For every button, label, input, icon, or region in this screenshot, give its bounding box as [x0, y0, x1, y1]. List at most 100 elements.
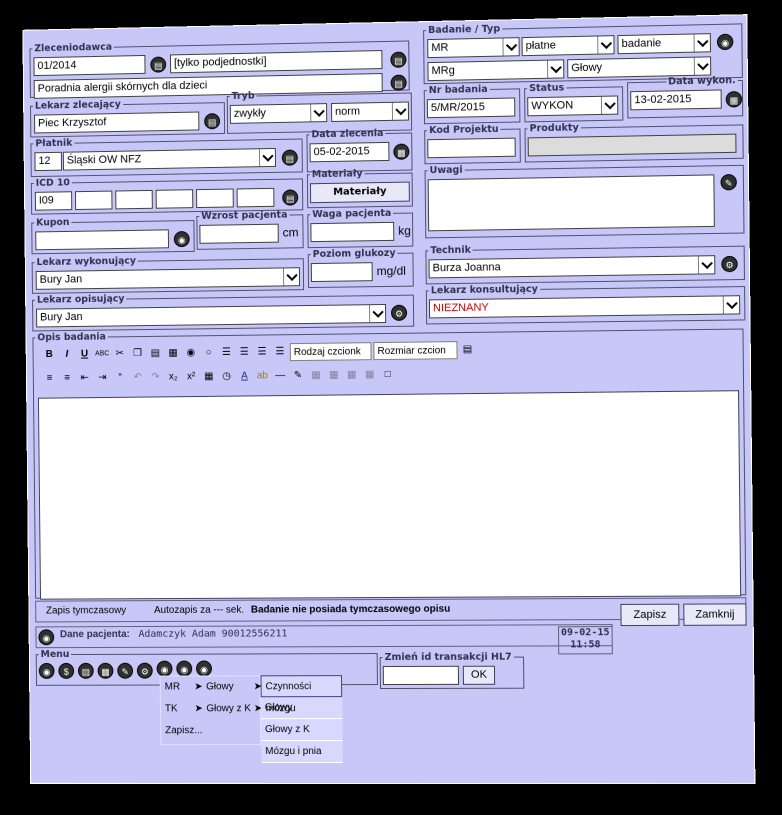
undo-icon[interactable]: ↶ — [130, 369, 146, 387]
book-icon[interactable]: ▤ — [282, 189, 299, 206]
highlight-icon[interactable]: ab — [254, 367, 270, 385]
submenu-item-mozgu[interactable]: Mózgu i pnia — [261, 741, 343, 764]
platnik-code-field[interactable]: 12 — [34, 151, 63, 172]
book-icon[interactable]: ▤ — [390, 51, 407, 68]
horizontal-rule-icon[interactable]: — — [272, 367, 288, 385]
menu-icon-1[interactable]: ◉ — [38, 662, 55, 679]
icd-field-6[interactable] — [236, 187, 275, 208]
zleceniodawca-unit-field[interactable]: [tylko podjednostki] — [169, 50, 383, 74]
align-center-icon[interactable]: ☰ — [236, 344, 252, 362]
table-merge-icon[interactable]: ▦ — [362, 366, 378, 384]
lekarz-zlecajacy-field[interactable]: Piec Krzysztof — [34, 111, 200, 134]
quote-icon[interactable]: “ — [112, 369, 128, 387]
hl7-field[interactable] — [382, 665, 460, 686]
bold-icon[interactable]: B — [41, 346, 57, 364]
strikethrough-icon[interactable]: ABC — [94, 345, 110, 363]
copy-icon[interactable]: ❐ — [130, 345, 146, 363]
icd-field-5[interactable] — [196, 188, 234, 209]
kupon-field[interactable] — [35, 229, 170, 251]
table-icon[interactable]: ▦ — [308, 367, 324, 385]
gear-icon[interactable]: ⚙ — [721, 255, 738, 273]
uwagi-textarea[interactable] — [427, 174, 715, 232]
paste-icon[interactable]: ▤ — [147, 345, 163, 363]
print-icon[interactable]: ▤ — [77, 662, 94, 679]
font-family-select[interactable]: Rodzaj czcionk — [289, 342, 372, 362]
time-icon[interactable]: ◷ — [219, 368, 235, 386]
info-icon[interactable]: ◉ — [716, 33, 734, 51]
date-icon[interactable]: ▦ — [201, 368, 217, 386]
icd-field-3[interactable] — [115, 189, 153, 210]
replace-icon[interactable]: ○ — [201, 344, 217, 362]
menu-item-tk[interactable]: TK ➤ Głowy z K ➤ — [161, 698, 262, 720]
glukoza-field[interactable] — [310, 262, 373, 283]
technik-select[interactable]: Burza Joanna — [428, 255, 716, 279]
tryb-priority-select[interactable]: norm — [331, 101, 410, 122]
submenu-item-glowy[interactable]: Głowy — [260, 697, 343, 720]
menu-icon-9[interactable]: ◉ — [196, 660, 212, 677]
status-select[interactable]: WYKON — [527, 95, 619, 117]
ok-button[interactable]: OK — [462, 665, 496, 685]
data-zlecenia-field[interactable]: 05-02-2015 — [309, 141, 390, 163]
dollar-icon[interactable]: $ — [58, 662, 75, 679]
zapis-tymczasowy-tab[interactable]: Zapis tymczasowy — [46, 605, 126, 616]
icd-field-1[interactable]: I09 — [34, 191, 73, 211]
font-size-select[interactable]: Rozmiar czcion — [373, 341, 458, 361]
lekarz-wykonujacy-select[interactable]: Bury Jan — [35, 267, 301, 290]
bullet-list-icon[interactable]: ≡ — [42, 370, 58, 388]
produkty-field[interactable] — [527, 133, 737, 157]
wzrost-field[interactable] — [199, 223, 279, 244]
submenu-item-czynnosci[interactable]: Czynności mózgu — [260, 675, 343, 714]
nr-badania-field[interactable]: 5/MR/2015 — [426, 97, 516, 119]
save-button[interactable]: Zapisz — [620, 603, 680, 627]
modality-select[interactable]: MR — [427, 37, 520, 59]
font-color-icon[interactable]: A — [236, 368, 252, 386]
edit-icon[interactable]: ✎ — [720, 174, 737, 191]
subtype-select[interactable]: MRg — [427, 59, 565, 82]
superscript-icon[interactable]: x² — [183, 368, 199, 386]
coupon-icon[interactable]: ◉ — [173, 231, 190, 248]
platnik-select[interactable]: Śląski OW NFZ — [62, 147, 277, 171]
indent-icon[interactable]: ⇥ — [95, 369, 111, 387]
zleceniodawca-code-field[interactable]: 01/2014 — [33, 54, 146, 77]
book-icon[interactable]: ▤ — [281, 149, 298, 166]
paste-word-icon[interactable]: ▦ — [165, 344, 181, 362]
find-icon[interactable]: ◉ — [183, 344, 199, 362]
page-break-icon[interactable]: ▤ — [459, 341, 475, 359]
book-icon[interactable]: ▤ — [204, 113, 221, 130]
materialy-button[interactable]: Materiały — [309, 181, 410, 204]
submenu-item-glowy-k[interactable]: Głowy z K — [260, 719, 343, 742]
number-list-icon[interactable]: ≡ — [59, 370, 75, 388]
outdent-icon[interactable]: ⇤ — [77, 369, 93, 387]
preview-icon[interactable]: □ — [380, 366, 396, 384]
calendar-icon[interactable]: ▦ — [725, 91, 743, 108]
icd-field-4[interactable] — [155, 189, 194, 209]
lekarz-konsultujacy-select[interactable]: NIEZNANY — [428, 295, 741, 319]
pencil-icon[interactable]: ✎ — [117, 662, 134, 679]
close-button[interactable]: Zamknij — [683, 603, 747, 626]
menu-item-mr[interactable]: MR ➤ Głowy ➤ — [161, 676, 262, 698]
menu-icon-7[interactable]: ◉ — [156, 660, 173, 677]
lekarz-opisujacy-select[interactable]: Bury Jan — [36, 303, 387, 328]
format-icon[interactable]: ✎ — [290, 367, 306, 385]
calendar-icon[interactable]: ▦ — [393, 143, 410, 160]
align-right-icon[interactable]: ☰ — [254, 343, 270, 361]
waga-field[interactable] — [310, 221, 395, 243]
patient-icon[interactable]: ◉ — [38, 629, 55, 646]
book-icon[interactable]: ▤ — [150, 56, 167, 73]
italic-icon[interactable]: I — [59, 346, 75, 364]
subscript-icon[interactable]: x₂ — [165, 368, 181, 386]
settings-icon[interactable]: ⚙ — [136, 662, 153, 679]
menu-icon-8[interactable]: ◉ — [176, 660, 193, 677]
redo-icon[interactable]: ↷ — [148, 369, 164, 387]
gear-icon[interactable]: ⚙ — [390, 304, 408, 321]
kind-select[interactable]: badanie — [617, 33, 712, 55]
data-wykon-field[interactable]: 13-02-2015 — [630, 89, 722, 111]
menu-item-zapisz[interactable]: Zapisz... — [161, 720, 260, 742]
icd-field-2[interactable] — [74, 190, 113, 211]
payment-select[interactable]: płatne — [521, 35, 615, 57]
document-icon[interactable]: ▦ — [97, 662, 114, 679]
align-left-icon[interactable]: ☰ — [218, 344, 234, 362]
align-justify-icon[interactable]: ☰ — [272, 343, 288, 361]
editor-area[interactable] — [37, 390, 742, 600]
tryb-mode-select[interactable]: zwykły — [229, 103, 328, 124]
